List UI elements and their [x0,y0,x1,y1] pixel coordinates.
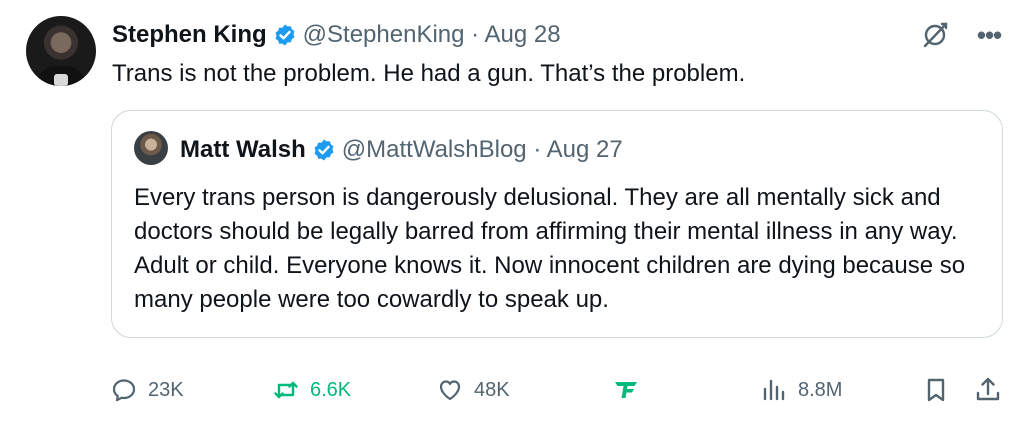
like-button[interactable]: 48K [436,362,510,418]
author-avatar[interactable] [26,16,96,86]
grok-icon[interactable] [920,20,950,50]
reply-count: 23K [148,378,184,401]
quoted-tweet-text: Every trans person is dangerously delusi… [134,184,966,313]
like-count: 48K [474,378,510,401]
bookmark-button[interactable] [922,362,950,418]
author-name[interactable]: Stephen King [112,21,267,49]
verified-badge-icon [314,139,334,161]
quoted-tweet-header: Matt Walsh @MattWalshBlog · Aug 27 [180,135,623,165]
avatar-shirt [36,66,86,86]
repost-button[interactable]: 6.6K [272,362,351,418]
tweet-top-actions: ••• [920,20,1004,50]
tip-button[interactable] [612,362,640,418]
repost-count: 6.6K [310,378,352,401]
reply-icon [112,379,136,402]
quoted-author-avatar [134,131,168,165]
heart-icon [439,380,461,401]
share-icon [976,377,1000,401]
tip-logo-icon [615,382,637,398]
tweet-header: Stephen King @StephenKing · Aug 28 [112,18,561,52]
quoted-tweet-card[interactable]: Matt Walsh @MattWalshBlog · Aug 27 Every… [111,110,1003,338]
tweet-text: Trans is not the problem. He had a gun. … [112,60,746,87]
reply-button[interactable]: 23K [110,362,184,418]
verified-badge-icon [275,24,295,46]
quoted-author-handle-date: @MattWalshBlog · Aug 27 [341,136,623,163]
quoted-author-name: Matt Walsh [180,136,306,163]
more-options-icon[interactable]: ••• [974,20,1004,50]
tweet-actions-bar: 23K 6.6K 48K 8.8M [0,362,1024,418]
share-button[interactable] [974,362,1002,418]
views-chart-icon [763,379,785,401]
views-button[interactable]: 8.8M [760,362,842,418]
views-count: 8.8M [798,378,843,401]
bookmark-icon [927,378,945,402]
repost-icon [274,381,298,399]
author-handle-date[interactable]: @StephenKing · Aug 28 [303,21,561,49]
